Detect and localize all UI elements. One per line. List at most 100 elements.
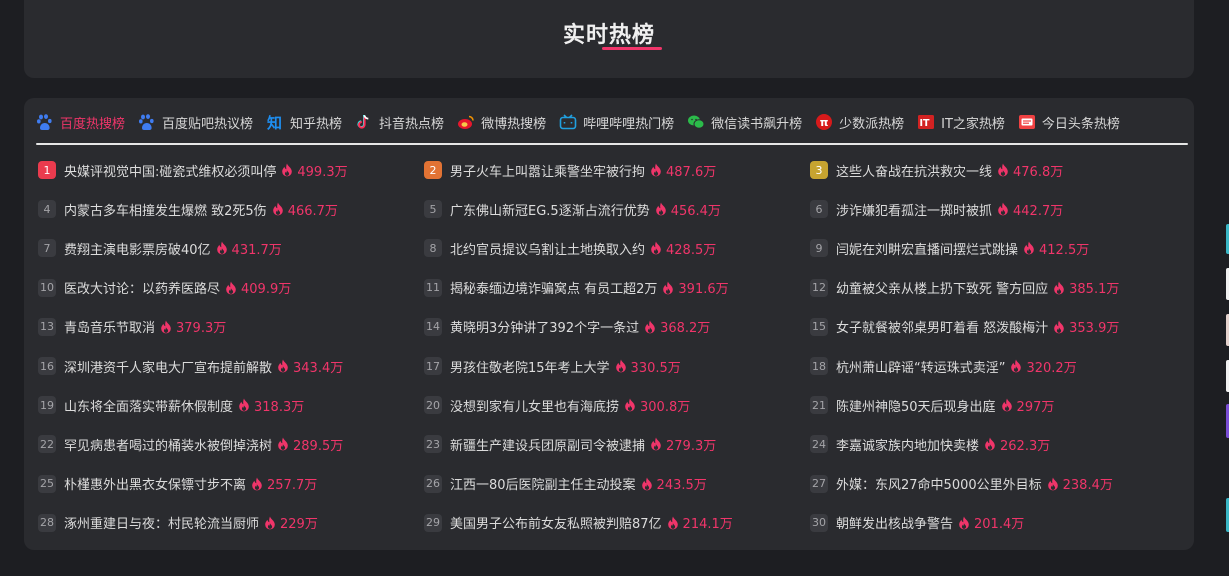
tab-label: 百度热搜榜	[60, 116, 126, 132]
heat-value: 368.2万	[660, 321, 711, 337]
tab-weibo[interactable]: 微博热搜榜	[457, 113, 546, 134]
tab-toutiao[interactable]: 今日头条热榜	[1018, 113, 1120, 134]
list-item[interactable]: 2 男子火车上叫嚣让乘警坐牢被行拘 487.6万	[424, 160, 716, 180]
list-item[interactable]: 16 深圳港资千人家电大厂宣布提前解散 343.4万	[38, 356, 343, 376]
heat-value: 238.4万	[1062, 478, 1113, 494]
list-item[interactable]: 22 罕见病患者喝过的桶装水被倒掉浇树 289.5万	[38, 434, 343, 454]
list-item[interactable]: 27 外媒：东风27命中5000公里外目标 238.4万	[810, 474, 1113, 494]
heat-value: 499.3万	[297, 164, 348, 180]
flame-icon	[281, 163, 293, 177]
flame-icon	[997, 202, 1009, 216]
list-item[interactable]: 21 陈建州神隐50天后现身出庭 297万	[810, 395, 1054, 415]
flame-icon	[667, 516, 679, 530]
list-item[interactable]: 11 揭秘泰缅边境诈骗窝点 有员工超2万 391.6万	[424, 278, 729, 298]
flame-icon	[238, 398, 250, 412]
flame-icon	[1053, 320, 1065, 334]
item-title: 朴槿惠外出黑衣女保镖寸步不离	[64, 478, 247, 494]
flame-icon	[984, 437, 996, 451]
list-item[interactable]: 26 江西一80后医院副主任主动投案 243.5万	[424, 474, 707, 494]
flame-icon	[655, 202, 667, 216]
list-item[interactable]: 8 北约官员提议乌割让土地换取入约 428.5万	[424, 238, 716, 258]
toutiao-icon	[1018, 113, 1036, 131]
heat-value: 300.8万	[640, 399, 691, 415]
item-title: 深圳港资千人家电大厂宣布提前解散	[64, 360, 273, 376]
item-title: 新疆生产建设兵团原副司令被逮捕	[450, 438, 646, 454]
tab-sspai[interactable]: π 少数派热榜	[815, 113, 904, 134]
list-item[interactable]: 18 杭州萧山辟谣“转运珠式卖淫” 320.2万	[810, 356, 1077, 376]
flame-icon	[650, 241, 662, 255]
list-item[interactable]: 29 美国男子公布前女友私照被判赔87亿 214.1万	[424, 513, 733, 533]
tab-label: 哔哩哔哩热门榜	[583, 116, 675, 132]
flame-icon	[1023, 241, 1035, 255]
header-card: 实时热榜	[24, 0, 1194, 78]
list-item[interactable]: 28 涿州重建日与夜：村民轮流当厨师 229万	[38, 513, 318, 533]
list-item[interactable]: 25 朴槿惠外出黑衣女保镖寸步不离 257.7万	[38, 474, 317, 494]
heat-value: 279.3万	[666, 438, 717, 454]
item-title: 男子火车上叫嚣让乘警坐牢被行拘	[450, 164, 646, 180]
tab-wechat-read[interactable]: 微信读书飙升榜	[687, 113, 802, 134]
rank-badge: 20	[424, 396, 442, 415]
rank-badge: 30	[810, 513, 828, 532]
heat-value: 297万	[1016, 399, 1055, 415]
list-item[interactable]: 20 没想到家有儿女里也有海底捞 300.8万	[424, 395, 690, 415]
list-item[interactable]: 19 山东将全面落实带薪休假制度 318.3万	[38, 395, 304, 415]
tab-douyin[interactable]: 抖音热点榜	[355, 113, 444, 134]
list-item[interactable]: 12 幼童被父亲从楼上扔下致死 警方回应 385.1万	[810, 278, 1119, 298]
svg-text:π: π	[820, 116, 829, 129]
heat-value: 487.6万	[666, 164, 717, 180]
list-item[interactable]: 3 这些人奋战在抗洪救灾一线 476.8万	[810, 160, 1063, 180]
item-title: 美国男子公布前女友私照被判赔87亿	[450, 517, 662, 533]
list-item[interactable]: 4 内蒙古多车相撞发生爆燃 致2死5伤 466.7万	[38, 199, 338, 219]
tab-zhihu[interactable]: 知 知乎热榜	[266, 113, 342, 134]
heat-value: 353.9万	[1069, 321, 1120, 337]
tab-baidu-hot[interactable]: 百度热搜榜	[36, 113, 125, 134]
list-item[interactable]: 7 费翔主演电影票房破40亿 431.7万	[38, 238, 282, 258]
list-item[interactable]: 17 男孩住敬老院15年考上大学 330.5万	[424, 356, 681, 376]
heat-value: 318.3万	[254, 399, 305, 415]
list-item[interactable]: 6 涉诈嫌犯看孤注一掷时被抓 442.7万	[810, 199, 1063, 219]
list-item[interactable]: 14 黄晓明3分钟讲了392个字一条过 368.2万	[424, 317, 710, 337]
heat-value: 201.4万	[974, 517, 1025, 533]
list-item[interactable]: 13 青岛音乐节取消 379.3万	[38, 317, 226, 337]
heat-value: 428.5万	[666, 242, 717, 258]
flame-icon	[615, 359, 627, 373]
rank-badge: 1	[38, 161, 56, 179]
tab-label: 今日头条热榜	[1041, 116, 1120, 132]
flame-icon	[641, 477, 653, 491]
flame-icon	[160, 320, 172, 334]
rank-badge: 7	[38, 239, 56, 258]
list-item[interactable]: 23 新疆生产建设兵团原副司令被逮捕 279.3万	[424, 434, 716, 454]
item-title: 医改大讨论：以药养医路尽	[64, 282, 221, 298]
rank-badge: 2	[424, 161, 442, 179]
heat-value: 391.6万	[678, 282, 729, 298]
list-item[interactable]: 24 李嘉诚家族内地加快卖楼 262.3万	[810, 434, 1050, 454]
heat-value: 409.9万	[241, 282, 292, 298]
list-item[interactable]: 5 广东佛山新冠EG.5逐渐占流行优势 456.4万	[424, 199, 721, 219]
list-item[interactable]: 1 央媒评视觉中国:碰瓷式维权必须叫停 499.3万	[38, 160, 348, 180]
list-item[interactable]: 10 医改大讨论：以药养医路尽 409.9万	[38, 278, 291, 298]
flame-icon	[958, 516, 970, 530]
tab-label: 抖音热点榜	[379, 116, 445, 132]
flame-icon	[216, 241, 228, 255]
item-title: 江西一80后医院副主任主动投案	[450, 478, 636, 494]
tab-bilibili[interactable]: 哔哩哔哩热门榜	[559, 113, 674, 134]
baidu-paw-icon	[36, 113, 54, 131]
hot-list-grid: 1 央媒评视觉中国:碰瓷式维权必须叫停 499.3万 4 内蒙古多车相撞发生爆燃 致2死…	[38, 160, 1188, 540]
flame-icon	[272, 202, 284, 216]
heat-value: 320.2万	[1026, 360, 1077, 376]
tab-label: IT之家热榜	[941, 116, 1005, 132]
heat-value: 379.3万	[176, 321, 227, 337]
tab-ithome[interactable]: IT IT之家热榜	[917, 113, 1005, 134]
item-title: 涉诈嫌犯看孤注一掷时被抓	[836, 203, 993, 219]
list-item[interactable]: 9 闫妮在刘畊宏直播间摆烂式跳操 412.5万	[810, 238, 1089, 258]
tab-baidu-tieba[interactable]: 百度贴吧热议榜	[138, 113, 253, 134]
item-title: 央媒评视觉中国:碰瓷式维权必须叫停	[64, 164, 277, 180]
heat-value: 343.4万	[293, 360, 344, 376]
list-item[interactable]: 15 女子就餐被邻桌男盯着看 怒泼酸梅汁 353.9万	[810, 317, 1119, 337]
rank-badge: 9	[810, 239, 828, 258]
heat-value: 214.1万	[682, 517, 733, 533]
heat-value: 262.3万	[1000, 438, 1051, 454]
list-item[interactable]: 30 朝鲜发出核战争警告 201.4万	[810, 513, 1024, 533]
svg-text:知: 知	[267, 114, 282, 131]
flame-icon	[644, 320, 656, 334]
